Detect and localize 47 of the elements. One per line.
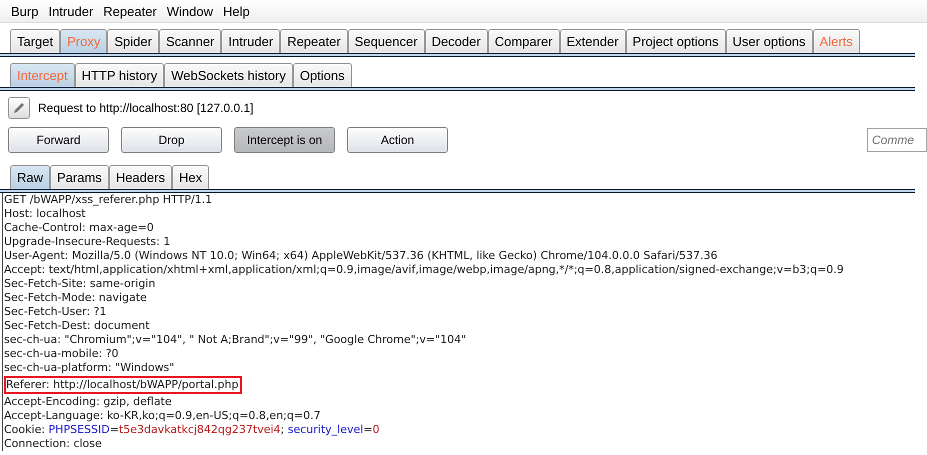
tab[interactable]: Sequencer: [348, 29, 425, 53]
toggle-button[interactable]: Intercept is on: [234, 127, 335, 153]
request-line: Connection: close: [4, 437, 102, 451]
tab[interactable]: Project options: [626, 29, 726, 53]
request-line: Sec-Fetch-Mode: navigate: [4, 291, 147, 305]
request-info: Request to http://localhost:80 [127.0.0.1]: [38, 101, 254, 115]
tab[interactable]: WebSockets history: [164, 63, 293, 87]
tab[interactable]: Intruder: [221, 29, 280, 53]
request-line: Accept: text/html,application/xhtml+xml,application/xml;q=0.9,image/avif,image/webp,image/apng,*/*;q=0.8,application/signed-exchange;v=b3;q=0.9: [4, 263, 844, 277]
menu-item[interactable]: Repeater: [98, 4, 162, 18]
request-line: sec-ch-ua: "Chromium";v="104", " Not A;Brand";v="99", "Google Chrome";v="104": [4, 333, 466, 347]
tab[interactable]: Options: [292, 63, 352, 87]
menu-item[interactable]: Burp: [6, 4, 44, 18]
action-button[interactable]: Drop: [121, 127, 222, 153]
request-line: GET /bWAPP/xss_referer.php HTTP/1.1: [4, 193, 212, 207]
tab[interactable]: Params: [50, 165, 109, 189]
comment-field[interactable]: Comme: [867, 128, 927, 152]
tab[interactable]: User options: [726, 29, 813, 53]
tab[interactable]: Comparer: [488, 29, 560, 53]
request-line: Sec-Fetch-Dest: document: [4, 319, 150, 333]
tab[interactable]: Headers: [108, 165, 172, 189]
action-button[interactable]: Forward: [8, 127, 109, 153]
request-line: User-Agent: Mozilla/5.0 (Windows NT 10.0; Win64; x64) AppleWebKit/537.36 (KHTML, like Gecko) Chrome/104.0.0.0 Safari/537.36: [4, 249, 718, 263]
menu-item[interactable]: Intruder: [43, 4, 98, 18]
request-line: Sec-Fetch-User: ?1: [4, 305, 106, 319]
menu-item[interactable]: Window: [162, 4, 218, 18]
request-line: sec-ch-ua-mobile: ?0: [4, 347, 119, 361]
request-line: Accept-Encoding: gzip, deflate: [4, 395, 172, 409]
request-line: sec-ch-ua-platform: "Windows": [4, 361, 174, 375]
action-button[interactable]: Action: [347, 127, 448, 153]
tab[interactable]: Target: [10, 29, 60, 53]
tab[interactable]: Raw: [10, 165, 50, 189]
tab[interactable]: Extender: [560, 29, 626, 53]
pencil-icon: [8, 97, 30, 119]
request-line: Accept-Language: ko-KR,ko;q=0.9,en-US;q=0.8,en;q=0.7: [4, 409, 321, 423]
request-line: Sec-Fetch-Site: same-origin: [4, 277, 156, 291]
tab[interactable]: HTTP history: [74, 63, 164, 87]
tab[interactable]: Decoder: [424, 29, 488, 53]
request-line: Cookie: PHPSESSID=t5e3davkatkcj842qg237tvei4; security_level=0: [4, 423, 380, 437]
request-line: Upgrade-Insecure-Requests: 1: [4, 235, 170, 249]
request-line: Cache-Control: max-age=0: [4, 221, 154, 235]
tab[interactable]: Spider: [107, 29, 159, 53]
tab[interactable]: Hex: [172, 165, 210, 189]
tab[interactable]: Repeater: [280, 29, 348, 53]
request-line: Host: localhost: [4, 207, 86, 221]
tab[interactable]: Scanner: [158, 29, 222, 53]
menu-item[interactable]: Help: [218, 4, 255, 18]
